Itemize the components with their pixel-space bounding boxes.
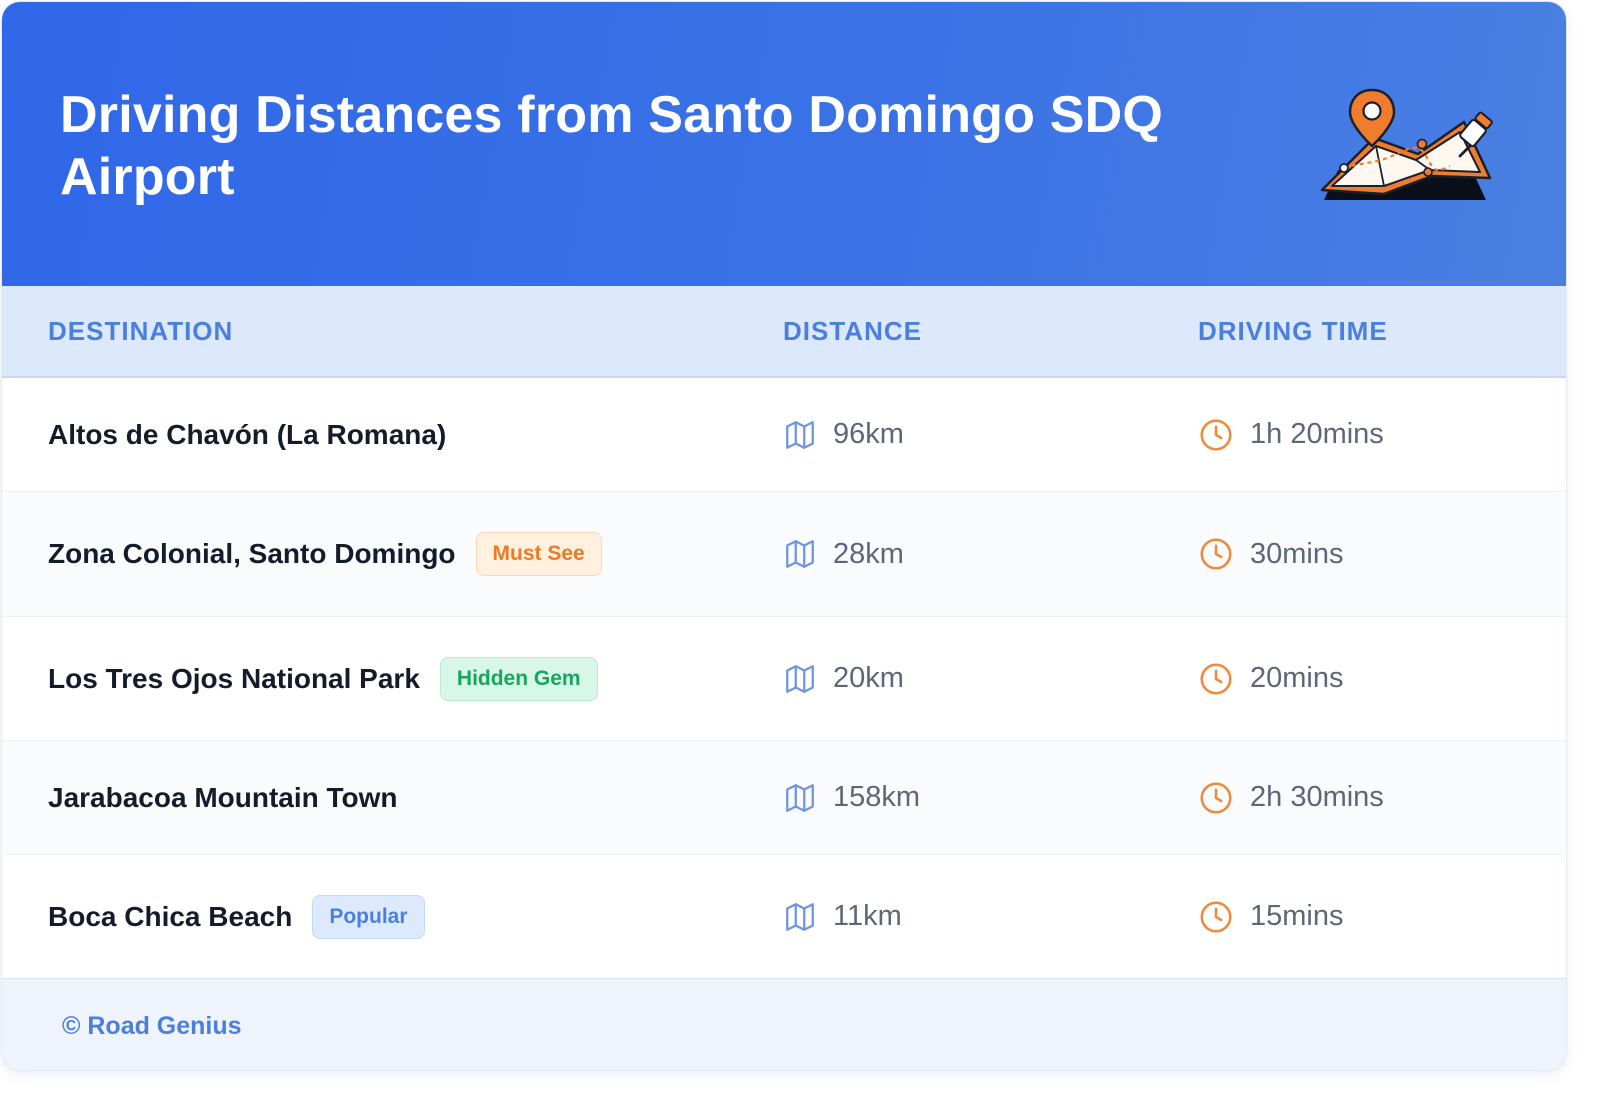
driving-time-cell: 15mins bbox=[1198, 855, 1344, 978]
column-header-distance: DISTANCE bbox=[783, 316, 922, 346]
clock-icon bbox=[1200, 662, 1232, 695]
distance-cell: 158km bbox=[783, 741, 920, 854]
driving-time-value: 20mins bbox=[1250, 662, 1344, 694]
table-header: DESTINATION DISTANCE DRIVING TIME bbox=[2, 286, 1566, 378]
distance-value: 20km bbox=[833, 662, 904, 694]
table-row: Altos de Chavón (La Romana) 96km 1h 20mi… bbox=[2, 378, 1566, 492]
driving-time-value: 2h 30mins bbox=[1250, 781, 1384, 813]
destination-name: Altos de Chavón (La Romana) bbox=[48, 418, 447, 450]
card-footer: © Road Genius bbox=[2, 978, 1566, 1070]
driving-time-value: 1h 20mins bbox=[1250, 418, 1384, 450]
driving-time-cell: 30mins bbox=[1198, 492, 1344, 616]
clock-icon bbox=[1200, 900, 1232, 933]
distance-cell: 28km bbox=[783, 492, 904, 616]
table-row: Zona Colonial, Santo Domingo Must See 28… bbox=[2, 492, 1566, 617]
column-header-destination: DESTINATION bbox=[48, 316, 234, 346]
column-header-driving-time: DRIVING TIME bbox=[1198, 316, 1388, 346]
distance-value: 28km bbox=[833, 537, 904, 570]
distance-value: 11km bbox=[833, 900, 902, 932]
map-pin-illustration-icon bbox=[1320, 88, 1493, 200]
distance-value: 96km bbox=[833, 418, 904, 450]
destination-cell: Jarabacoa Mountain Town bbox=[48, 741, 398, 854]
distance-cell: 96km bbox=[783, 378, 904, 491]
clock-icon bbox=[1200, 781, 1232, 814]
clock-icon bbox=[1200, 538, 1232, 570]
page-title: Driving Distances from Santo Domingo SDQ… bbox=[60, 86, 1164, 206]
clock-icon bbox=[1200, 418, 1232, 451]
driving-time-cell: 1h 20mins bbox=[1198, 378, 1384, 491]
driving-time-value: 30mins bbox=[1250, 537, 1344, 570]
destination-cell: Los Tres Ojos National Park Hidden Gem bbox=[48, 617, 598, 740]
driving-time-value: 15mins bbox=[1250, 900, 1344, 932]
destination-name: Zona Colonial, Santo Domingo bbox=[48, 538, 456, 569]
map-icon bbox=[786, 664, 814, 693]
distance-value: 158km bbox=[833, 781, 921, 813]
table-row: Los Tres Ojos National Park Hidden Gem 2… bbox=[2, 617, 1566, 741]
must-see-badge: Must See bbox=[475, 532, 602, 576]
driving-distances-card: Driving Distances from Santo Domingo SDQ… bbox=[2, 2, 1566, 1070]
map-icon bbox=[786, 420, 814, 449]
destination-name: Los Tres Ojos National Park bbox=[48, 662, 420, 694]
destination-name: Jarabacoa Mountain Town bbox=[48, 781, 398, 813]
hidden-gem-badge: Hidden Gem bbox=[439, 656, 598, 701]
driving-time-cell: 2h 30mins bbox=[1198, 741, 1384, 854]
destination-cell: Boca Chica Beach Popular bbox=[48, 855, 425, 978]
map-icon bbox=[786, 540, 814, 568]
destination-name: Boca Chica Beach bbox=[48, 900, 293, 932]
destination-cell: Zona Colonial, Santo Domingo Must See bbox=[48, 492, 602, 616]
table-row: Boca Chica Beach Popular 11km 15mins bbox=[2, 855, 1566, 978]
popular-badge: Popular bbox=[312, 894, 425, 939]
distance-cell: 11km bbox=[783, 855, 902, 978]
table-row: Jarabacoa Mountain Town 158km 2h 30mins bbox=[2, 741, 1566, 855]
map-icon bbox=[786, 783, 814, 812]
map-icon bbox=[786, 902, 814, 931]
destination-cell: Altos de Chavón (La Romana) bbox=[48, 378, 446, 491]
card-header: Driving Distances from Santo Domingo SDQ… bbox=[2, 2, 1566, 286]
copyright-link[interactable]: © Road Genius bbox=[62, 1012, 242, 1041]
distance-cell: 20km bbox=[783, 617, 904, 740]
driving-time-cell: 20mins bbox=[1198, 617, 1344, 740]
